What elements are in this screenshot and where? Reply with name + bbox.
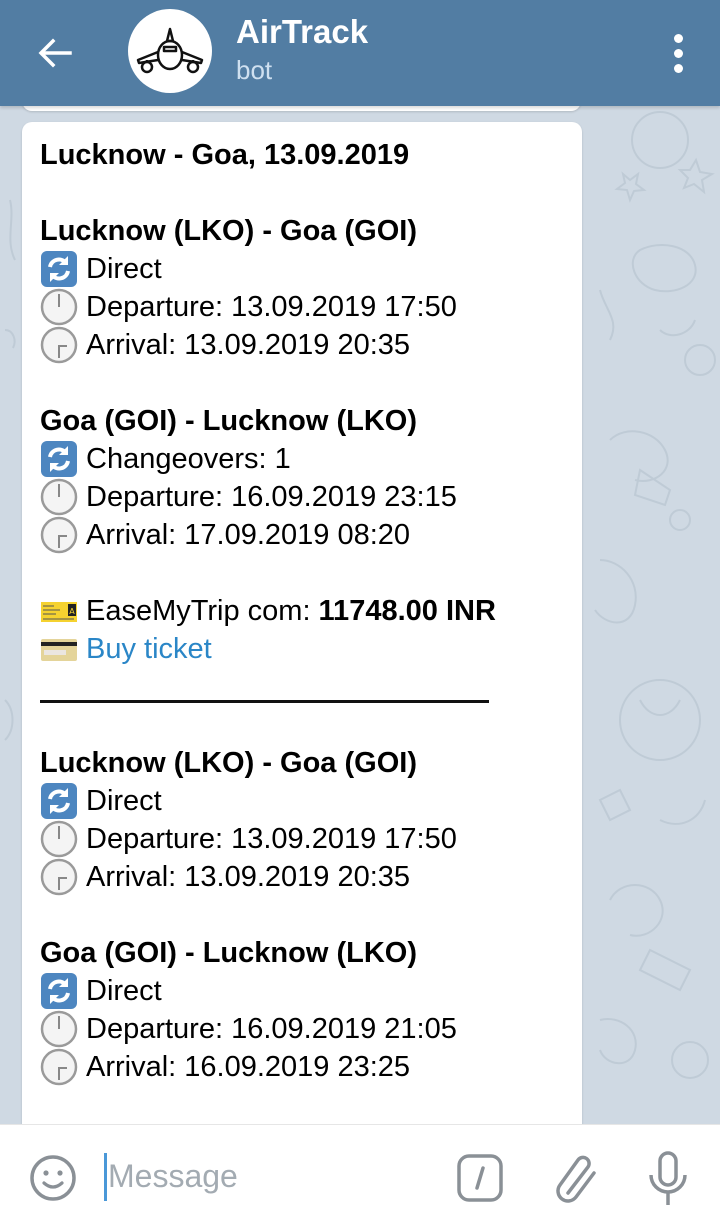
departure-text: Departure: 16.09.2019 23:15 [86,481,457,513]
departure-text: Departure: 13.09.2019 17:50 [86,291,457,323]
message-input-bar [0,1124,720,1224]
attach-button[interactable] [552,1151,600,1205]
chat-title: AirTrack [236,13,369,50]
message-bubble: Lucknow - Goa, 13.09.2019 Lucknow (LKO) … [22,122,582,1132]
back-button[interactable] [30,30,80,76]
message-input[interactable] [108,1151,428,1201]
stops-text: Direct [86,253,162,285]
chat-subtitle: bot [236,55,273,85]
price-line: A EaseMyTrip com: 11748.00 INR [40,592,564,630]
departure-text: Departure: 16.09.2019 21:05 [86,1013,457,1045]
microphone-icon [649,1151,687,1205]
airplane-icon [136,27,204,74]
clock-three-icon [40,858,78,896]
arrow-left-icon [38,38,72,68]
more-menu-button[interactable] [666,30,690,76]
voice-message-button[interactable] [644,1149,692,1207]
stops-text: Direct [86,785,162,817]
arrival-text: Arrival: 13.09.2019 20:35 [86,329,411,361]
leg-stops: Direct [40,972,564,1010]
leg-departure: Departure: 13.09.2019 17:50 [40,288,564,326]
ticket-icon: A [40,592,78,630]
arrows-counterclockwise-icon [40,250,78,288]
arrows-counterclockwise-icon [40,782,78,820]
buy-line: Buy ticket [40,630,564,668]
departure-text: Departure: 13.09.2019 17:50 [86,823,457,855]
clock-three-icon [40,1048,78,1086]
emoji-button[interactable] [28,1153,78,1203]
chat-title-block[interactable]: AirTrack bot [236,12,368,88]
leg-departure: Departure: 16.09.2019 23:15 [40,478,564,516]
leg-stops: Direct [40,782,564,820]
bot-avatar[interactable] [128,9,212,93]
clock-one-icon [40,1010,78,1048]
clock-one-icon [40,478,78,516]
arrows-counterclockwise-icon [40,972,78,1010]
leg-arrival: Arrival: 16.09.2019 23:25 [40,1048,564,1086]
leg-route: Goa (GOI) - Lucknow (LKO) [40,405,417,437]
arrival-text: Arrival: 16.09.2019 23:25 [86,1051,411,1083]
clock-one-icon [40,288,78,326]
price-value: 11748.00 INR [318,595,496,627]
stops-text: Direct [86,975,162,1007]
slash-command-icon [457,1154,503,1202]
arrival-text: Arrival: 17.09.2019 08:20 [86,519,411,551]
paperclip-icon [556,1155,596,1203]
leg-arrival: Arrival: 13.09.2019 20:35 [40,858,564,896]
offer-divider [40,668,564,706]
clock-one-icon [40,820,78,858]
buy-ticket-link[interactable]: Buy ticket [86,630,212,668]
leg-arrival: Arrival: 13.09.2019 20:35 [40,326,564,364]
leg-route: Lucknow (LKO) - Goa (GOI) [40,747,417,779]
clock-three-icon [40,326,78,364]
arrows-counterclockwise-icon [40,440,78,478]
smiley-icon [30,1155,76,1201]
chat-header: AirTrack bot [0,0,720,106]
leg-departure: Departure: 16.09.2019 21:05 [40,1010,564,1048]
clock-three-icon [40,516,78,554]
text-cursor [104,1153,107,1201]
leg-stops: Changeovers: 1 [40,440,564,478]
leg-route: Goa (GOI) - Lucknow (LKO) [40,937,417,969]
stops-text: Changeovers: 1 [86,443,291,475]
leg-stops: Direct [40,250,564,288]
leg-arrival: Arrival: 17.09.2019 08:20 [40,516,564,554]
message-title: Lucknow - Goa, 13.09.2019 [40,139,410,171]
svg-text:A: A [69,607,75,616]
more-vertical-icon-dot [673,48,683,58]
agency-name: EaseMyTrip com: [86,595,311,627]
leg-route: Lucknow (LKO) - Goa (GOI) [40,215,417,247]
leg-departure: Departure: 13.09.2019 17:50 [40,820,564,858]
more-vertical-icon-dot [673,33,683,43]
arrival-text: Arrival: 13.09.2019 20:35 [86,861,411,893]
more-vertical-icon-dot [673,63,683,73]
bot-command-button[interactable] [456,1153,504,1203]
credit-card-icon [40,630,78,668]
